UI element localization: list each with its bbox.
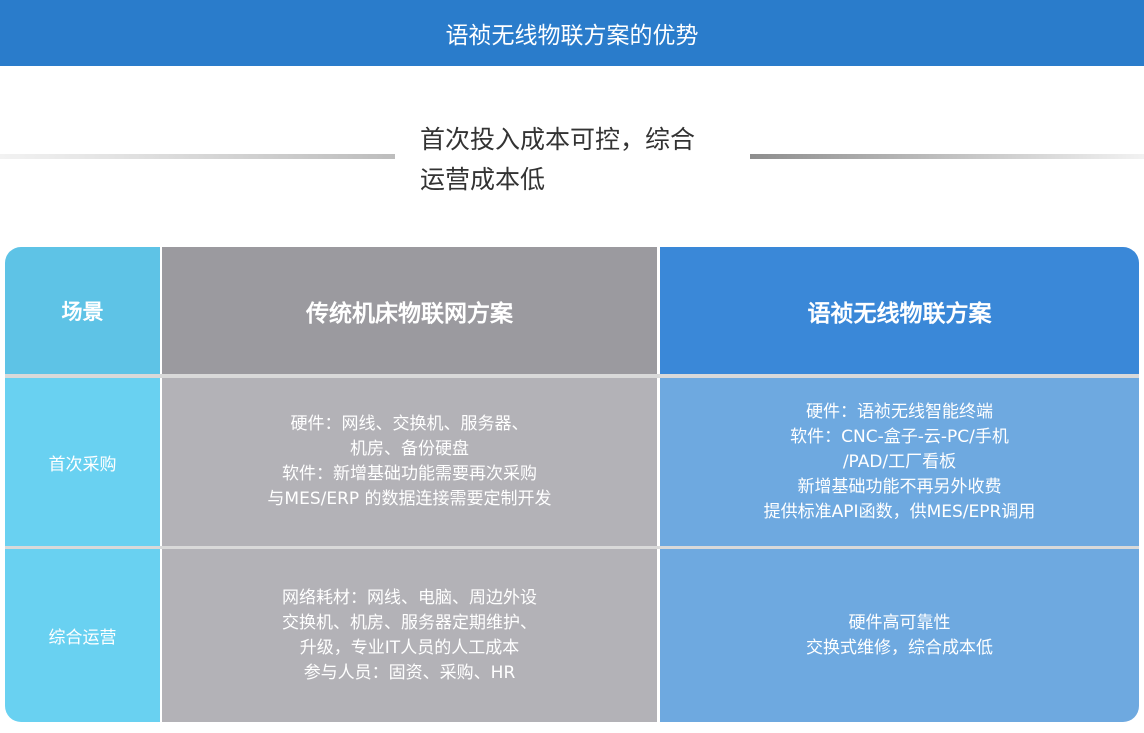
row-scene-operation: 综合运营 [5,549,160,722]
cell-line: 与MES/ERP 的数据连接需要定制开发 [267,489,552,509]
row-yuzhen-operation: 硬件高可靠性 交换式维修，综合成本低 [660,549,1139,722]
cell-line: 软件：新增基础功能需要再次采购 [281,464,537,484]
divider-right [750,154,1144,159]
cell-line: 升级，专业IT人员的人工成本 [299,637,520,658]
cell-line: 交换机、机房、服务器定期维护、 [282,612,537,633]
row-scene-first-purchase: 首次采购 [5,378,160,546]
headline-line-1: 首次投入成本可控，综合 [420,125,696,154]
row-yuzhen-first-purchase: 硬件：语祯无线智能终端 软件：CNC-盒子-云-PC/手机 /PAD/工厂看板 … [660,378,1139,546]
cell-line: 硬件：语祯无线智能终端 [805,401,993,422]
cell-line: 硬件高可靠性 [848,612,951,633]
comparison-table: 场景 传统机床物联网方案 语祯无线物联方案 首次采购 硬件：网线、交换机、服务器… [5,247,1139,722]
cell-line: 软件：CNC-盒子-云-PC/手机 [790,426,1009,447]
cell-line: 网络耗材：网线、电脑、周边外设 [282,587,537,608]
cell-line: 参与人员：固资、采购、HR [303,662,516,683]
cell-line: 交换式维修，综合成本低 [806,637,993,658]
cell-line: 提供标准API函数，供MES/EPR调用 [763,501,1036,522]
header-scene: 场景 [5,247,160,374]
headline-line-2: 运营成本低 [420,165,546,194]
top-banner: 语祯无线物联方案的优势 [0,0,1144,66]
divider-left [0,154,395,159]
cell-line: /PAD/工厂看板 [842,451,957,472]
cell-line: 硬件：网线、交换机、服务器、 [290,414,529,434]
header-traditional: 传统机床物联网方案 [162,247,657,374]
header-yuzhen: 语祯无线物联方案 [660,247,1139,374]
cell-line: 新增基础功能不再另外收费 [797,476,1002,497]
row-traditional-first-purchase: 硬件：网线、交换机、服务器、 机房、备份硬盘 软件：新增基础功能需要再次采购 与… [162,378,657,546]
banner-title: 语祯无线物联方案的优势 [445,23,699,49]
cell-line: 机房、备份硬盘 [349,439,469,459]
section-headline: 首次投入成本可控，综合 运营成本低 [420,120,740,200]
row-traditional-operation: 网络耗材：网线、电脑、周边外设 交换机、机房、服务器定期维护、 升级，专业IT人… [162,549,657,722]
